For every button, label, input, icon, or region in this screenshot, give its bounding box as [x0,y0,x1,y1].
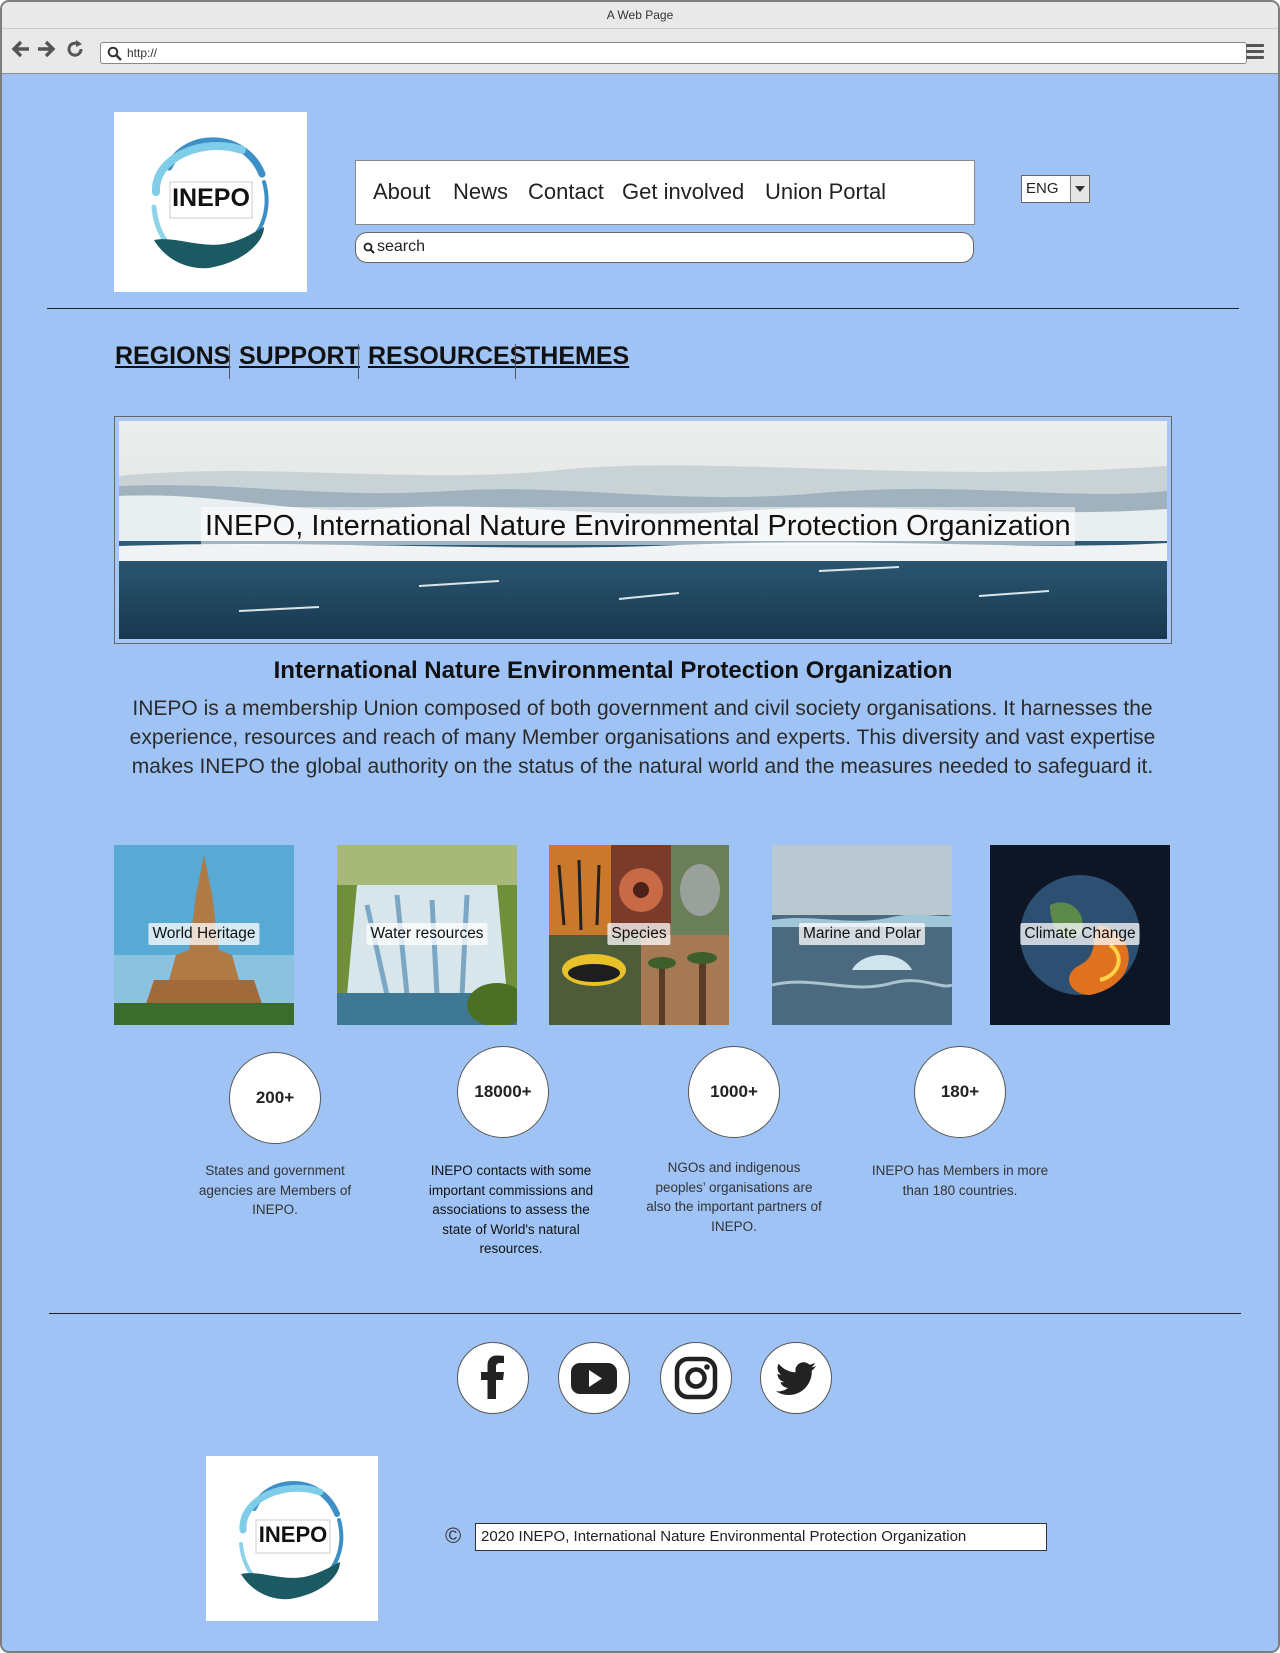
stat-countries-text: INEPO has Members in more than 180 count… [871,1163,1049,1198]
intro-heading: International Nature Environmental Prote… [273,657,953,684]
theme-label: Species [607,923,671,945]
section-nav-resources[interactable]: RESOURCES [368,342,526,371]
menu-icon[interactable] [1246,44,1264,62]
search-placeholder: search [377,238,426,255]
back-arrow-icon[interactable] [10,38,32,60]
logo-text: INEPO [258,1522,328,1547]
url-text: http:// [127,46,158,60]
copyright-text: 2020 INEPO, International Nature Environ… [475,1523,1047,1551]
search-input[interactable]: search [355,232,974,263]
stat-commissions-badge: 18000+ [457,1046,549,1138]
chevron-down-icon[interactable] [1070,176,1089,202]
theme-tile-climate-change[interactable]: Climate Change [990,845,1170,1025]
stat-commissions-text: INEPO contacts with some important commi… [428,1163,594,1256]
twitter-icon[interactable] [760,1342,832,1414]
theme-label: World Heritage [148,923,260,945]
nav-about[interactable]: About [373,179,431,205]
section-nav-separator [358,344,359,379]
theme-label: Marine and Polar [798,923,926,945]
search-icon [107,46,122,66]
footer-divider [49,1313,1241,1314]
browser-window: A Web Page http:// INEPO About News Cont… [0,0,1280,1653]
section-nav-themes[interactable]: THEMES [525,342,629,371]
nav-news[interactable]: News [453,179,508,205]
nav-union-portal[interactable]: Union Portal [765,179,886,205]
stat-partners-text: NGOs and indigenous peoples’ organisatio… [646,1160,822,1234]
theme-label: Water resources [366,923,488,945]
theme-tile-water-resources[interactable]: Water resources [337,845,517,1025]
logo-text: INEPO [172,184,250,212]
address-bar[interactable]: http:// [100,42,1247,64]
window-title: A Web Page [2,2,1278,29]
main-navigation: About News Contact Get involved Union Po… [355,160,975,225]
browser-toolbar: http:// [2,29,1278,74]
theme-label: Climate Change [1020,923,1140,945]
theme-tile-marine-and-polar[interactable]: Marine and Polar [772,845,952,1025]
forward-arrow-icon[interactable] [35,38,57,60]
nav-get-involved[interactable]: Get involved [622,179,744,205]
reload-icon[interactable] [64,38,86,60]
stat-members-text: States and government agencies are Membe… [198,1163,352,1217]
stat-members-badge: 200+ [229,1052,321,1144]
youtube-icon[interactable] [558,1342,630,1414]
language-select[interactable]: ENG [1021,175,1090,203]
section-nav-regions[interactable]: REGIONS [115,342,230,371]
section-nav-separator [515,344,516,379]
search-icon [363,241,375,259]
theme-tile-world-heritage[interactable]: World Heritage [114,845,294,1025]
instagram-icon[interactable] [660,1342,732,1414]
section-nav-support[interactable]: SUPPORT [239,342,360,371]
intro-paragraph: INEPO is a membership Union composed of … [129,697,1156,778]
theme-tile-species[interactable]: Species [549,845,729,1025]
header-divider [47,308,1239,309]
nav-contact[interactable]: Contact [528,179,604,205]
banner-caption: INEPO, International Nature Environmenta… [201,507,1075,545]
copyright-icon: © [445,1523,462,1548]
header-logo[interactable]: INEPO [114,112,307,292]
language-value: ENG [1026,180,1059,197]
facebook-icon[interactable] [457,1342,529,1414]
footer-logo[interactable]: INEPO [206,1456,378,1621]
stat-countries-badge: 180+ [914,1046,1006,1138]
section-nav-separator [229,344,230,379]
stat-partners-badge: 1000+ [688,1046,780,1138]
